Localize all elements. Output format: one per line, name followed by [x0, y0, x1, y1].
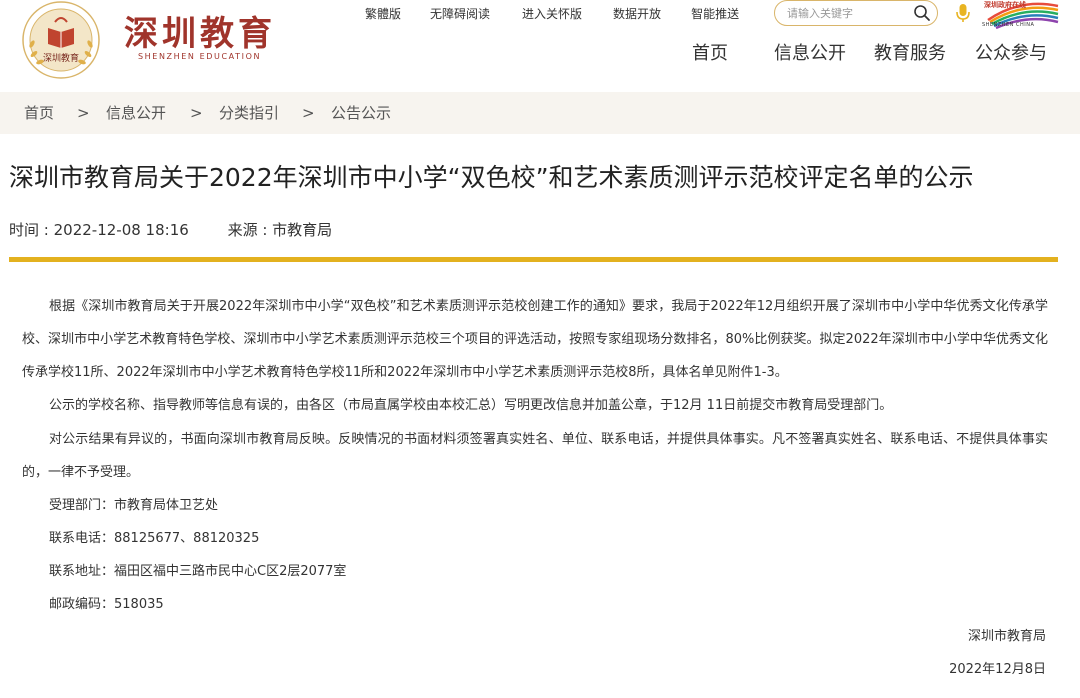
- article-body: 根据《深圳市教育局关于开展2022年深圳市中小学“双色校”和艺术素质测评示范校创…: [22, 290, 1048, 621]
- title-divider: [9, 257, 1058, 262]
- article-paragraph: 公示的学校名称、指导教师等信息有误的，由各区（市局直属学校由本校汇总）写明更改信…: [49, 398, 893, 413]
- contact-phone: 联系电话：88125677、88120325: [49, 531, 260, 546]
- utility-links: 繁體版 无障碍阅读 进入关怀版 数据开放 智能推送: [365, 6, 739, 22]
- microphone-icon[interactable]: [955, 3, 971, 23]
- contact-address: 联系地址：福田区福中三路市民中心C区2层2077室: [49, 564, 347, 579]
- publish-time-label: 时间 :: [9, 221, 49, 239]
- contact-department: 受理部门：市教育局体卫艺处: [49, 498, 219, 513]
- breadcrumb-announcements[interactable]: 公告公示: [331, 103, 391, 123]
- site-header: 深圳教育 深圳教育 SHENZHEN EDUCATION 繁體版 无障碍阅读 进…: [0, 0, 1080, 92]
- source-label: 来源 :: [227, 221, 268, 239]
- signer-name: 深圳市教育局: [967, 629, 1046, 644]
- education-emblem-logo[interactable]: 深圳教育: [18, 0, 104, 82]
- breadcrumb-information-disclosure[interactable]: 信息公开: [106, 103, 166, 123]
- main-navigation: 首页 信息公开 教育服务 公众参与: [0, 42, 1080, 66]
- traditional-chinese-link[interactable]: 繁體版: [365, 6, 401, 22]
- breadcrumb-category-guide[interactable]: 分类指引: [219, 103, 279, 123]
- nav-information-disclosure[interactable]: 信息公开: [774, 42, 846, 66]
- source-value: 市教育局: [272, 221, 333, 239]
- article-meta: 时间 : 2022-12-08 18:16 来源 : 市教育局: [9, 220, 332, 240]
- elderly-care-mode-link[interactable]: 进入关怀版: [522, 6, 582, 22]
- nav-home[interactable]: 首页: [692, 42, 728, 66]
- shenzhen-government-online-logo[interactable]: 深圳政府在线 SHENZHEN CHINA: [980, 0, 1060, 30]
- breadcrumb-home[interactable]: 首页: [24, 103, 54, 123]
- publish-time-value: 2022-12-08 18:16: [53, 221, 189, 239]
- open-data-link[interactable]: 数据开放: [613, 6, 661, 22]
- contact-postcode: 邮政编码：518035: [49, 597, 164, 612]
- nav-public-participation[interactable]: 公众参与: [975, 42, 1047, 66]
- brand-logo-en: SHENZHEN CHINA: [982, 22, 1035, 28]
- breadcrumb: 首页 > 信息公开 > 分类指引 > 公告公示: [0, 92, 1080, 134]
- search-input[interactable]: [787, 5, 905, 21]
- sign-date: 2022年12月8日: [949, 662, 1046, 677]
- article-title: 深圳市教育局关于2022年深圳市中小学“双色校”和艺术素质测评示范校评定名单的公…: [9, 163, 974, 192]
- accessibility-link[interactable]: 无障碍阅读: [430, 6, 490, 22]
- nav-education-services[interactable]: 教育服务: [874, 42, 946, 66]
- search-box: [774, 0, 938, 26]
- breadcrumb-separator: >: [77, 104, 90, 122]
- brand-logo-text: 深圳政府在线: [984, 1, 1026, 9]
- search-icon[interactable]: [913, 4, 931, 22]
- smart-push-link[interactable]: 智能推送: [691, 6, 739, 22]
- article-paragraph: 根据《深圳市教育局关于开展2022年深圳市中小学“双色校”和艺术素质测评示范校创…: [22, 299, 1048, 380]
- breadcrumb-separator: >: [190, 104, 203, 122]
- article-paragraph: 对公示结果有异议的，书面向深圳市教育局反映。反映情况的书面材料须签署真实姓名、单…: [22, 432, 1048, 480]
- breadcrumb-separator: >: [302, 104, 315, 122]
